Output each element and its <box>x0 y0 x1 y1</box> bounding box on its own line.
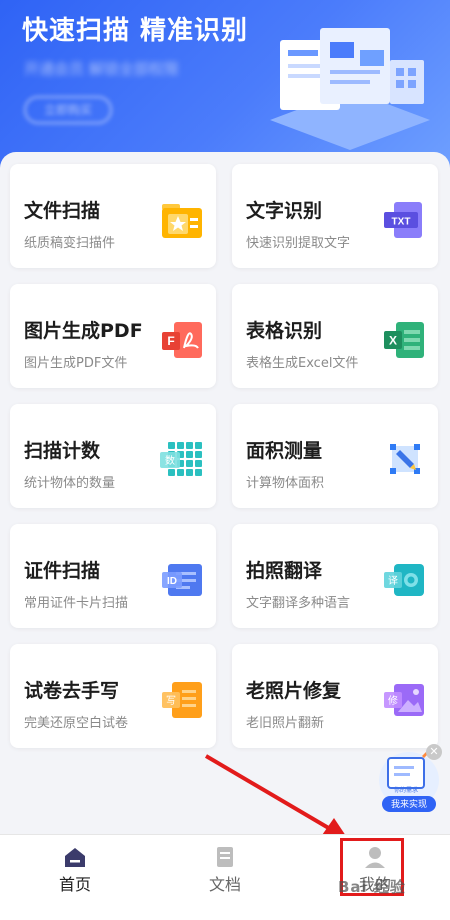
excel-icon: X <box>384 322 424 358</box>
svg-text:TXT: TXT <box>392 217 411 228</box>
tool-card-photo-restore[interactable]: 老照片修复 老旧照片翻新 修 <box>232 644 438 748</box>
tool-title: 面积测量 <box>246 440 323 462</box>
tool-card-id-scan[interactable]: 证件扫描 常用证件卡片扫描 ID <box>10 524 216 628</box>
tab-label: 首页 <box>58 875 91 894</box>
document-icon <box>217 847 233 867</box>
tool-subtitle: 快速识别提取文字 <box>246 236 351 251</box>
home-icon <box>65 848 85 867</box>
txt-document-icon: TXT <box>384 202 422 238</box>
tool-title: 表格识别 <box>246 320 323 342</box>
tool-card-exam-clean[interactable]: 试卷去手写 完美还原空白试卷 写 <box>10 644 216 748</box>
tool-title: 图片生成PDF <box>24 320 143 342</box>
tool-subtitle: 统计物体的数量 <box>24 476 116 491</box>
count-grid-icon: 数 <box>160 442 202 476</box>
tab-home[interactable]: 首页 <box>0 835 150 905</box>
tool-subtitle: 完美还原空白试卷 <box>24 716 129 731</box>
tool-card-text-recognition[interactable]: 文字识别 快速识别提取文字 TXT <box>232 164 438 268</box>
svg-text:F: F <box>167 334 174 348</box>
tool-subtitle: 文字翻译多种语言 <box>246 596 351 611</box>
watermark: Bai 经验 <box>338 878 406 896</box>
tool-title: 文件扫描 <box>24 200 101 222</box>
hero-title: 快速扫描 精准识别 <box>22 16 249 46</box>
svg-text:X: X <box>389 334 397 348</box>
svg-text:写: 写 <box>166 695 176 707</box>
hero-buy-button[interactable]: 立即购买 <box>24 96 112 124</box>
tool-subtitle: 图片生成PDF文件 <box>24 356 128 371</box>
tool-title: 扫描计数 <box>24 440 101 462</box>
tool-subtitle: 老旧照片翻新 <box>246 716 325 731</box>
photo-repair-icon: 修 <box>384 684 424 716</box>
hero-banner[interactable]: 快速扫描 精准识别 开通会员 解锁全部权限 立即购买 <box>0 0 450 175</box>
camera-translate-icon: 译 <box>384 564 424 596</box>
document-scan-illustration <box>270 28 430 150</box>
tab-label: 文档 <box>208 875 241 894</box>
svg-text:数: 数 <box>165 454 175 467</box>
tool-title: 老照片修复 <box>246 680 342 702</box>
tools-grid: 文件扫描 纸质稿变扫描件 文字识别 快速识别提取文字 TXT 图片生成PDF 图… <box>0 152 450 842</box>
tool-card-file-scan[interactable]: 文件扫描 纸质稿变扫描件 <box>10 164 216 268</box>
tab-documents[interactable]: 文档 <box>150 835 300 905</box>
close-icon[interactable]: ✕ <box>426 744 442 760</box>
tool-card-image-to-pdf[interactable]: 图片生成PDF 图片生成PDF文件 F <box>10 284 216 388</box>
feature-request-button-label: 我来实现 <box>391 798 427 810</box>
tool-title: 拍照翻译 <box>246 560 323 582</box>
svg-text:修: 修 <box>388 694 398 707</box>
tool-card-table-recognition[interactable]: 表格识别 表格生成Excel文件 X <box>232 284 438 388</box>
folder-star-icon <box>162 204 202 238</box>
tool-card-area-measure[interactable]: 面积测量 计算物体面积 <box>232 404 438 508</box>
tool-subtitle: 计算物体面积 <box>246 476 325 491</box>
id-card-icon: ID <box>162 564 202 596</box>
tool-title: 证件扫描 <box>24 560 101 582</box>
tool-card-scan-count[interactable]: 扫描计数 统计物体的数量 数 <box>10 404 216 508</box>
tool-title: 文字识别 <box>246 200 323 222</box>
tool-title: 试卷去手写 <box>24 680 120 702</box>
tool-subtitle: 表格生成Excel文件 <box>246 356 359 371</box>
feature-request-label: 你的需求 <box>394 786 418 794</box>
svg-text:译: 译 <box>388 575 398 587</box>
svg-text:ID: ID <box>167 576 177 587</box>
pdf-icon: F <box>162 322 202 358</box>
hero-subtitle: 开通会员 解锁全部权限 <box>24 60 179 78</box>
area-measure-icon <box>390 444 420 474</box>
tool-subtitle: 纸质稿变扫描件 <box>24 236 116 251</box>
tool-card-photo-translate[interactable]: 拍照翻译 文字翻译多种语言 译 <box>232 524 438 628</box>
tool-subtitle: 常用证件卡片扫描 <box>24 596 129 611</box>
exam-paper-icon: 写 <box>162 682 202 718</box>
